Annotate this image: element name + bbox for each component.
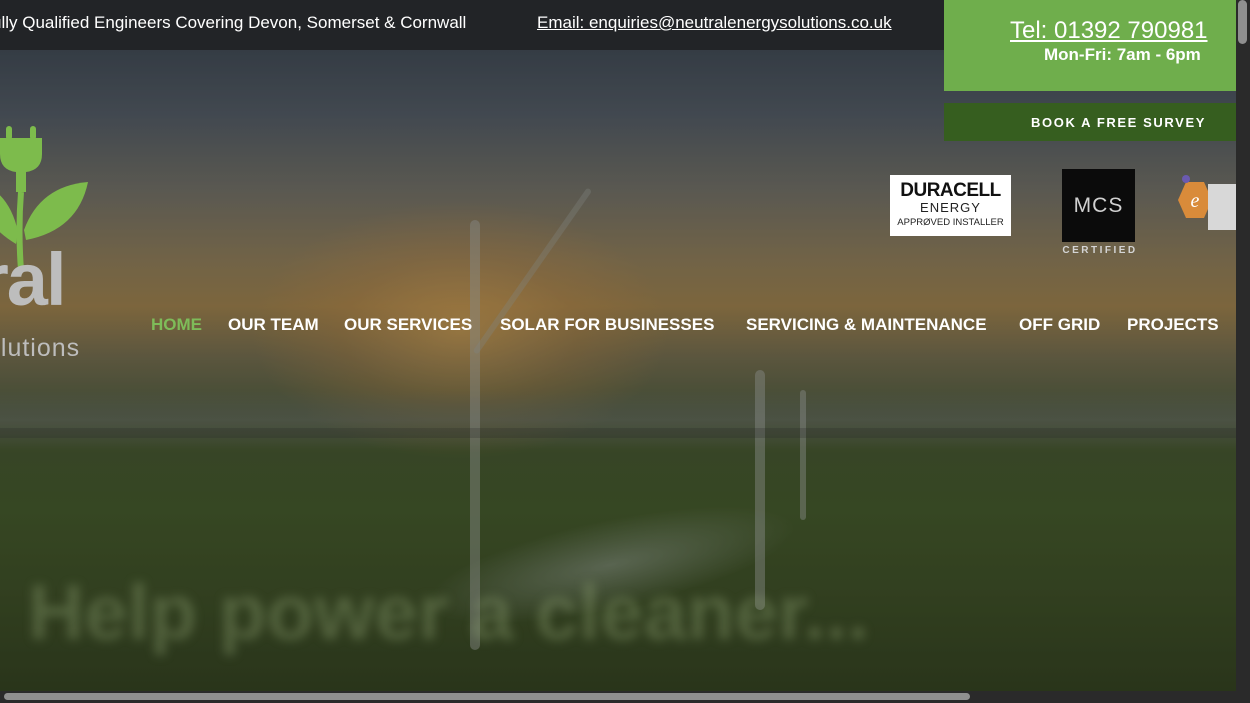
duracell-installer: APPRØVED INSTALLER <box>897 217 1004 228</box>
vertical-scrollbar[interactable] <box>1236 0 1250 703</box>
mcs-certified-label: CERTIFIED <box>1062 245 1138 256</box>
page: ully Qualified Engineers Covering Devon,… <box>0 0 1236 691</box>
mcs-certified-badge: MCS <box>1062 169 1135 242</box>
logo-wordmark: ral <box>0 238 67 321</box>
recc-badge-icon: e <box>1178 175 1236 230</box>
duracell-brand: DURACELL <box>900 180 1001 201</box>
duracell-approved-badge: DURACELL ENERGY APPRØVED INSTALLER <box>890 175 1011 236</box>
svg-text:e: e <box>1191 190 1200 212</box>
phone-link[interactable]: Tel: 01392 790981 <box>1010 17 1208 45</box>
nav-item-servicing-maintenance[interactable]: SERVICING & MAINTENANCE <box>746 315 987 335</box>
nav-item-off-grid[interactable]: OFF GRID <box>1019 315 1100 335</box>
main-navigation: HOME OUR TEAM OUR SERVICES SOLAR FOR BUS… <box>0 315 1236 339</box>
horizontal-scrollbar[interactable] <box>0 691 1236 703</box>
phone-box: Tel: 01392 790981 Mon-Fri: 7am - 6pm <box>944 0 1236 91</box>
email-link[interactable]: Email: enquiries@neutralenergysolutions.… <box>537 13 892 33</box>
book-survey-button[interactable]: BOOK A FREE SURVEY <box>944 103 1236 141</box>
nav-item-our-team[interactable]: OUR TEAM <box>228 315 319 335</box>
nav-item-solar-for-businesses[interactable]: SOLAR FOR BUSINESSES <box>500 315 714 335</box>
nav-item-our-services[interactable]: OUR SERVICES <box>344 315 472 335</box>
opening-hours: Mon-Fri: 7am - 6pm <box>1044 45 1201 64</box>
coverage-tagline: ully Qualified Engineers Covering Devon,… <box>0 13 467 32</box>
header-divider <box>0 428 1236 438</box>
nav-item-projects[interactable]: PROJECTS <box>1127 315 1219 335</box>
nav-item-home[interactable]: HOME <box>151 315 202 335</box>
vertical-scrollbar-thumb[interactable] <box>1238 0 1247 44</box>
hero-title: Help power a cleaner... <box>28 568 870 656</box>
duracell-energy: ENERGY <box>920 200 981 215</box>
horizontal-scrollbar-thumb[interactable] <box>4 693 970 700</box>
